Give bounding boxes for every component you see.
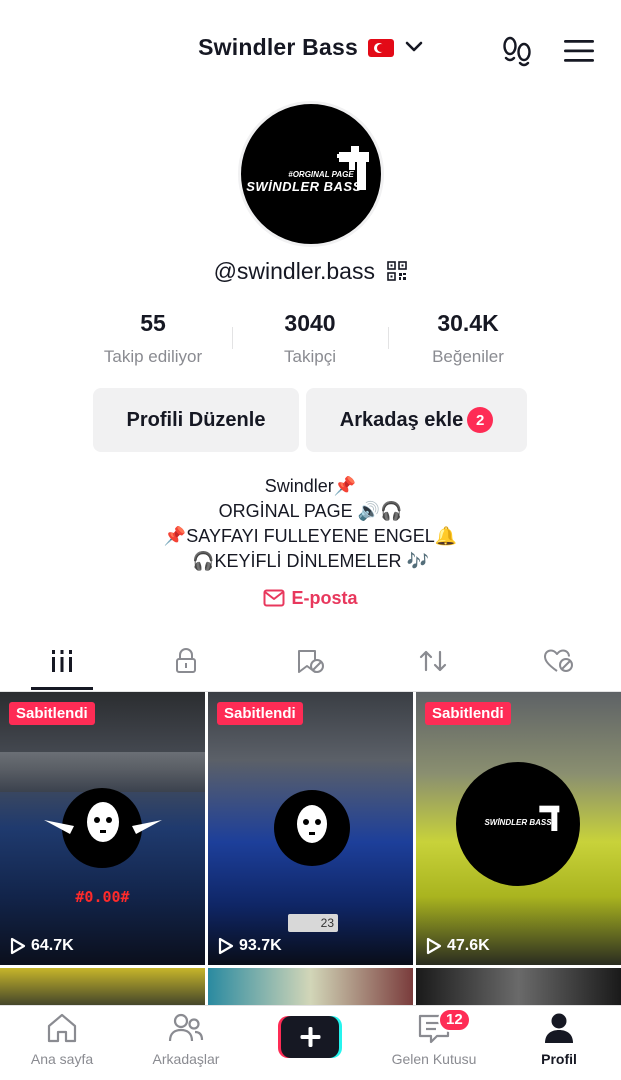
video-grid: #0.00# Sabitlendi 64.7K 23 Sabitlendi 93… bbox=[0, 692, 621, 1012]
overlay-text: 23 bbox=[320, 916, 334, 930]
email-label: E-posta bbox=[291, 588, 358, 608]
tab-private[interactable] bbox=[156, 648, 216, 688]
nav-home[interactable]: Ana sayfa bbox=[0, 1012, 124, 1067]
video-thumbnail[interactable]: SWİNDLER BASS Sabitlendi 47.6K bbox=[416, 692, 621, 965]
license-plate: 23 bbox=[288, 914, 338, 932]
footprints-icon[interactable] bbox=[500, 36, 534, 68]
thumbnail-sky bbox=[0, 752, 205, 792]
liked-hidden-icon bbox=[544, 649, 573, 672]
tab-videos[interactable] bbox=[32, 648, 92, 688]
profile-icon bbox=[545, 1013, 573, 1043]
videos-grid-icon bbox=[52, 650, 72, 672]
bio-line: 🎧KEYİFLİ DİNLEMELER 🎶 bbox=[192, 551, 429, 571]
pinned-badge: Sabitlendi bbox=[425, 702, 511, 725]
bio-line: 📌SAYFAYI FULLEYENE ENGEL🔔 bbox=[163, 526, 458, 546]
bio-line: Swindler📌 bbox=[264, 476, 357, 496]
nav-friends-label: Arkadaşlar bbox=[152, 1051, 220, 1067]
view-count: 47.6K bbox=[426, 937, 490, 955]
mask-skull-icon bbox=[297, 805, 327, 843]
tab-liked[interactable] bbox=[529, 648, 589, 688]
view-count: 93.7K bbox=[218, 937, 282, 955]
tab-reposts[interactable] bbox=[403, 648, 463, 688]
profile-tabs bbox=[0, 640, 621, 692]
play-icon bbox=[426, 937, 442, 955]
bio-line: ORGİNAL PAGE 🔊🎧 bbox=[218, 501, 403, 521]
top-bar: Swindler Bass bbox=[0, 26, 621, 76]
pinned-badge: Sabitlendi bbox=[217, 702, 303, 725]
chevron-down-icon bbox=[405, 41, 423, 52]
view-count-text: 64.7K bbox=[31, 937, 74, 954]
friends-icon bbox=[168, 1013, 204, 1042]
followers-count: 3040 bbox=[284, 310, 336, 336]
play-icon bbox=[10, 937, 26, 955]
stat-likes[interactable]: 30.4K Beğeniler bbox=[393, 310, 543, 367]
likes-label: Beğeniler bbox=[432, 347, 504, 366]
following-count: 55 bbox=[140, 310, 166, 336]
uzi-gun-icon bbox=[539, 805, 560, 831]
inbox-badge: 12 bbox=[438, 1008, 471, 1032]
edit-profile-label: Profili Düzenle bbox=[126, 408, 266, 431]
video-thumbnail[interactable] bbox=[0, 968, 205, 1008]
stat-following[interactable]: 55 Takip ediliyor bbox=[78, 310, 228, 367]
overlay-text: #0.00# bbox=[75, 888, 130, 906]
repost-icon bbox=[419, 650, 447, 672]
edit-profile-button[interactable]: Profili Düzenle bbox=[93, 388, 299, 452]
avatar-subtitle: #ORGINAL PAGE bbox=[288, 170, 354, 179]
video-thumbnail[interactable]: 23 Sabitlendi 93.7K bbox=[208, 692, 413, 965]
profile-bio: Swindler📌 ORGİNAL PAGE 🔊🎧 📌SAYFAYI FULLE… bbox=[0, 474, 621, 574]
active-tab-indicator bbox=[31, 687, 93, 690]
nav-inbox[interactable]: Gelen Kutusu bbox=[372, 1012, 496, 1067]
followers-label: Takipçi bbox=[284, 347, 336, 366]
following-label: Takip ediliyor bbox=[103, 347, 203, 366]
create-button[interactable] bbox=[278, 1016, 342, 1058]
bottom-navigation: Ana sayfa Arkadaşlar Gelen Kutusu 12 Pro… bbox=[0, 1005, 621, 1080]
status-bar bbox=[0, 0, 621, 10]
mail-icon bbox=[263, 589, 285, 607]
qr-code-icon[interactable] bbox=[387, 261, 408, 281]
nav-home-label: Ana sayfa bbox=[30, 1051, 94, 1067]
avatar-title: SWİNDLER BASS bbox=[246, 179, 362, 194]
user-handle: @swindler.bass bbox=[213, 258, 375, 284]
saved-hidden-icon bbox=[298, 650, 324, 673]
add-friend-button[interactable]: Arkadaş ekle 2 bbox=[306, 388, 527, 452]
nav-profile-label: Profil bbox=[541, 1051, 577, 1067]
video-thumbnail[interactable]: #0.00# Sabitlendi 64.7K bbox=[0, 692, 205, 965]
tab-favorites[interactable] bbox=[281, 648, 341, 688]
username-title: Swindler Bass bbox=[198, 34, 358, 60]
nav-inbox-label: Gelen Kutusu bbox=[391, 1051, 477, 1067]
view-count-text: 93.7K bbox=[239, 937, 282, 954]
lock-icon bbox=[176, 648, 196, 673]
likes-count: 30.4K bbox=[437, 310, 499, 336]
add-friend-label: Arkadaş ekle bbox=[339, 408, 464, 431]
profile-avatar[interactable]: #ORGINAL PAGE SWİNDLER BASS bbox=[238, 101, 384, 247]
view-count-text: 47.6K bbox=[447, 937, 490, 954]
add-friend-badge: 2 bbox=[467, 407, 494, 433]
stat-divider bbox=[388, 327, 389, 349]
email-link[interactable]: E-posta bbox=[0, 588, 621, 609]
turkey-flag-icon bbox=[368, 39, 395, 57]
stat-divider bbox=[232, 327, 233, 349]
mask-skull-icon bbox=[44, 802, 162, 842]
hamburger-menu-icon[interactable] bbox=[563, 38, 595, 64]
play-icon bbox=[218, 937, 234, 955]
pinned-badge: Sabitlendi bbox=[9, 702, 95, 725]
video-thumbnail[interactable] bbox=[416, 968, 621, 1008]
view-count: 64.7K bbox=[10, 937, 74, 955]
stat-followers[interactable]: 3040 Takipçi bbox=[235, 310, 385, 367]
handle-row: @swindler.bass bbox=[0, 258, 621, 285]
home-icon bbox=[47, 1013, 77, 1043]
nav-friends[interactable]: Arkadaşlar bbox=[124, 1012, 248, 1067]
video-thumbnail[interactable] bbox=[208, 968, 413, 1008]
profile-stats: 55 Takip ediliyor 3040 Takipçi 30.4K Beğ… bbox=[0, 310, 621, 370]
nav-profile[interactable]: Profil bbox=[497, 1012, 621, 1067]
